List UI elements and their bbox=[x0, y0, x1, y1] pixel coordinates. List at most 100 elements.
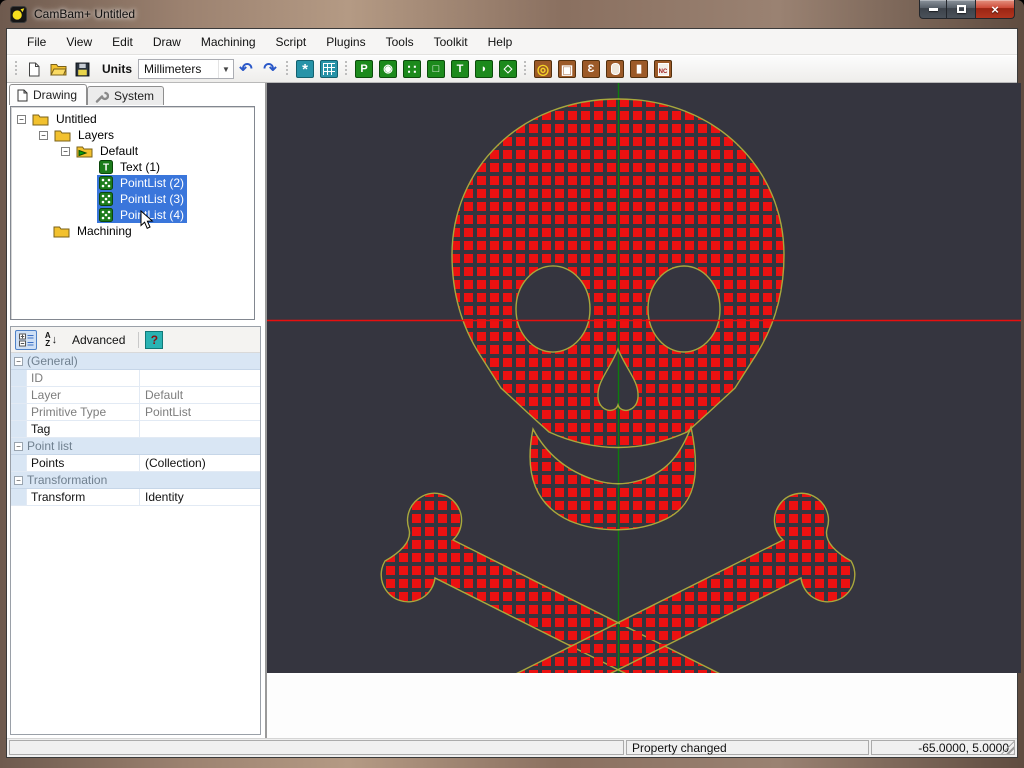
machine-lathe-button[interactable] bbox=[604, 58, 626, 80]
property-row-tag[interactable]: Tag bbox=[11, 421, 260, 438]
wrench-icon bbox=[95, 90, 109, 103]
collapse-icon[interactable]: − bbox=[14, 476, 23, 485]
property-category-general[interactable]: − (General) bbox=[11, 353, 260, 370]
menu-edit[interactable]: Edit bbox=[102, 31, 143, 53]
indent-strip bbox=[11, 489, 27, 505]
draw-text-button[interactable]: T bbox=[449, 58, 471, 80]
menu-machining[interactable]: Machining bbox=[191, 31, 266, 53]
property-row-layer[interactable]: Layer Default bbox=[11, 387, 260, 404]
advanced-button[interactable]: Advanced bbox=[65, 331, 132, 349]
status-pane-left bbox=[9, 740, 624, 755]
property-category-transformation[interactable]: − Transformation bbox=[11, 472, 260, 489]
drawing-canvas[interactable] bbox=[267, 83, 1017, 673]
tab-drawing[interactable]: Drawing bbox=[9, 84, 87, 105]
machine-profile-icon: Ɛ bbox=[582, 60, 600, 78]
toolbar-separator bbox=[138, 332, 139, 348]
property-category-point-list[interactable]: − Point list bbox=[11, 438, 260, 455]
property-row-primitive-type[interactable]: Primitive Type PointList bbox=[11, 404, 260, 421]
snap-points-button[interactable]: * bbox=[294, 58, 316, 80]
menu-tools[interactable]: Tools bbox=[376, 31, 424, 53]
tree-item-pointlist-3[interactable]: PointList (3) bbox=[11, 191, 254, 207]
draw-polyline-icon: P bbox=[355, 60, 373, 78]
collapse-icon[interactable]: − bbox=[17, 115, 26, 124]
maximize-button[interactable] bbox=[947, 0, 975, 19]
menu-script[interactable]: Script bbox=[266, 31, 317, 53]
tab-system[interactable]: System bbox=[87, 86, 164, 105]
menu-toolkit[interactable]: Toolkit bbox=[424, 31, 478, 53]
toolbar-grip[interactable] bbox=[14, 61, 19, 77]
machine-drill-button[interactable]: ◎ bbox=[532, 58, 554, 80]
property-value[interactable]: Identity bbox=[140, 490, 260, 504]
property-row-transform[interactable]: Transform Identity bbox=[11, 489, 260, 506]
property-label: Tag bbox=[27, 421, 140, 437]
menu-view[interactable]: View bbox=[56, 31, 102, 53]
app-window: CamBam+ Untitled × File View Edit Draw M… bbox=[0, 0, 1024, 768]
property-value[interactable]: Default bbox=[140, 388, 260, 402]
help-button[interactable]: ? bbox=[145, 331, 163, 349]
machine-gcode-button[interactable]: NC bbox=[652, 58, 674, 80]
alphabetical-sort-button[interactable]: AZ ↓ bbox=[40, 330, 62, 350]
tree-item-default-layer[interactable]: − Default bbox=[11, 143, 254, 159]
property-value[interactable]: (Collection) bbox=[140, 456, 260, 470]
toolbar-grip[interactable] bbox=[523, 61, 528, 77]
property-row-points[interactable]: Points (Collection) bbox=[11, 455, 260, 472]
indent-strip bbox=[11, 404, 27, 420]
machine-engrave-button[interactable]: ▮ bbox=[628, 58, 650, 80]
property-grid-toolbar: AZ ↓ Advanced ? bbox=[11, 327, 260, 353]
tree-item-pointlist-2[interactable]: PointList (2) bbox=[11, 175, 254, 191]
tree-item-machining[interactable]: Machining bbox=[11, 223, 254, 239]
units-combobox[interactable]: Millimeters ▼ bbox=[138, 59, 234, 79]
save-file-button[interactable] bbox=[71, 58, 93, 80]
toolbar-grip[interactable] bbox=[344, 61, 349, 77]
drawing-tree[interactable]: − Untitled − Layers − bbox=[10, 106, 255, 320]
machine-profile-button[interactable]: Ɛ bbox=[580, 58, 602, 80]
tab-system-label: System bbox=[114, 89, 154, 103]
redo-button[interactable]: ↷ bbox=[259, 58, 281, 80]
draw-surface-button[interactable]: ◇ bbox=[497, 58, 519, 80]
folder-icon bbox=[53, 225, 70, 238]
tree-item-label: PointList (2) bbox=[117, 175, 187, 191]
tree-item-text-1[interactable]: T Text (1) bbox=[11, 159, 254, 175]
property-value[interactable]: PointList bbox=[140, 405, 260, 419]
categorized-view-button[interactable] bbox=[15, 330, 37, 350]
tree-item-pointlist-4[interactable]: PointList (4) bbox=[11, 207, 254, 223]
combo-dropdown-icon[interactable]: ▼ bbox=[218, 60, 233, 78]
minimize-button[interactable] bbox=[919, 0, 947, 19]
draw-rectangle-button[interactable]: □ bbox=[425, 58, 447, 80]
minimize-icon bbox=[929, 8, 938, 11]
draw-region-button[interactable]: ◗ bbox=[473, 58, 495, 80]
canvas-viewport[interactable] bbox=[267, 83, 1021, 673]
open-file-button[interactable] bbox=[47, 58, 69, 80]
collapse-icon[interactable]: − bbox=[39, 131, 48, 140]
tree-item-label: Text (1) bbox=[117, 159, 163, 175]
property-row-id[interactable]: ID bbox=[11, 370, 260, 387]
collapse-icon[interactable]: − bbox=[14, 442, 23, 451]
tree-item-untitled[interactable]: − Untitled bbox=[11, 111, 254, 127]
pointlist-object-icon bbox=[99, 176, 113, 190]
title-bar[interactable]: CamBam+ Untitled × bbox=[0, 0, 1024, 28]
close-button[interactable]: × bbox=[975, 0, 1015, 19]
snap-grid-icon bbox=[320, 60, 338, 78]
category-label: (General) bbox=[27, 354, 78, 368]
draw-circle-button[interactable]: ◉ bbox=[377, 58, 399, 80]
menu-file[interactable]: File bbox=[17, 31, 56, 53]
collapse-icon[interactable]: − bbox=[61, 147, 70, 156]
snap-grid-button[interactable] bbox=[318, 58, 340, 80]
menu-plugins[interactable]: Plugins bbox=[316, 31, 375, 53]
draw-polyline-button[interactable]: P bbox=[353, 58, 375, 80]
tree-item-label: PointList (3) bbox=[117, 191, 187, 207]
menu-draw[interactable]: Draw bbox=[143, 31, 191, 53]
new-file-icon bbox=[27, 62, 41, 77]
status-coordinates: -65.0000, 5.0000 bbox=[871, 740, 1015, 755]
undo-button[interactable]: ↶ bbox=[235, 58, 257, 80]
machine-pocket-button[interactable]: ▣ bbox=[556, 58, 578, 80]
toolbar-grip[interactable] bbox=[285, 61, 290, 77]
categorized-icon bbox=[19, 333, 34, 347]
new-file-button[interactable] bbox=[23, 58, 45, 80]
close-icon: × bbox=[991, 3, 999, 16]
collapse-icon[interactable]: − bbox=[14, 357, 23, 366]
draw-pointlist-button[interactable]: ∷ bbox=[401, 58, 423, 80]
tree-item-layers[interactable]: − Layers bbox=[11, 127, 254, 143]
menu-help[interactable]: Help bbox=[478, 31, 523, 53]
category-label: Transformation bbox=[27, 473, 107, 487]
